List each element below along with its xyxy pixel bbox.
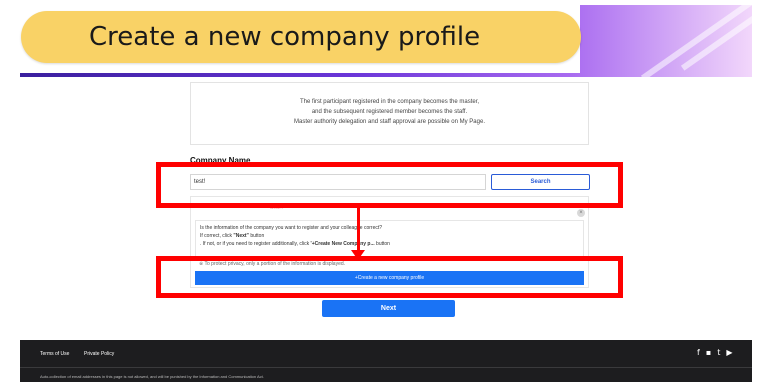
social-links: f ▪ t ▶ <box>697 348 733 358</box>
facebook-icon[interactable]: f <box>697 348 700 358</box>
confirmation-if-not: . If not, or if you need to register add… <box>200 241 390 247</box>
info-line: and the subsequent registered member bec… <box>311 109 468 115</box>
close-icon[interactable]: × <box>577 209 585 217</box>
banner-decoration <box>640 5 752 77</box>
next-button[interactable]: Next <box>322 300 455 317</box>
banner-decoration <box>680 5 752 71</box>
terms-of-use-link[interactable]: Terms of Use <box>40 351 69 357</box>
arrow-head-icon <box>351 250 365 260</box>
confirmation-question: Is the information of the company you wa… <box>200 225 383 231</box>
info-line: The first participant registered in the … <box>299 99 480 105</box>
tumblr-icon[interactable]: t <box>717 348 720 358</box>
confirmation-if-correct: If correct, click "Next" button <box>200 233 265 239</box>
info-line: Master authority delegation and staff ap… <box>293 119 485 125</box>
page-title: Create a new company profile <box>21 11 581 63</box>
footer-notice: Auto-collection of email addresses in th… <box>40 374 264 379</box>
footer-divider <box>20 367 752 368</box>
highlight-arrow <box>357 208 360 256</box>
highlight-box-create <box>156 256 623 298</box>
youtube-icon[interactable]: ▶ <box>726 348 732 358</box>
confirmation-message: Is the information of the company you wa… <box>195 220 584 258</box>
info-box: The first participant registered in the … <box>190 82 589 145</box>
chat-icon[interactable]: ▪ <box>706 348 711 358</box>
privacy-policy-link[interactable]: Private Policy <box>84 351 114 357</box>
highlight-box-search <box>156 162 623 208</box>
